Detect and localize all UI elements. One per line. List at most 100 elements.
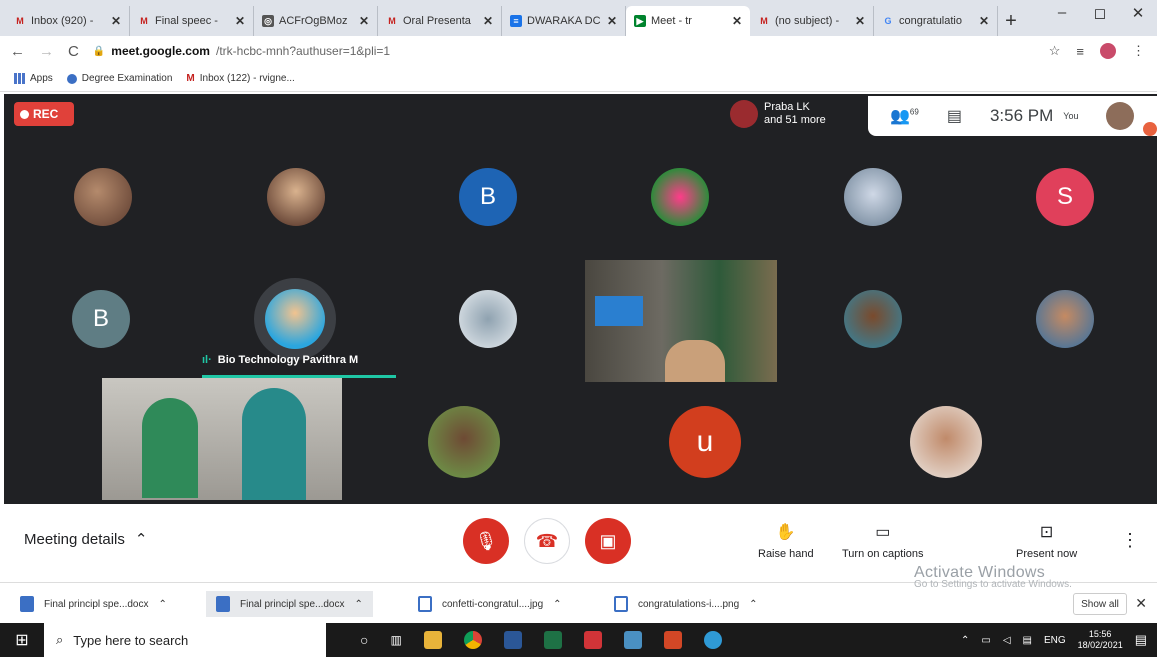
- reload-icon[interactable]: C: [68, 43, 79, 60]
- download-item[interactable]: confetti-congratul....jpg ⌃: [418, 591, 562, 617]
- participant-photo[interactable]: [459, 290, 517, 348]
- windows-start-icon[interactable]: ⊞: [0, 623, 44, 657]
- browser-tab[interactable]: Gcongratulatio ✕: [874, 6, 998, 36]
- profile-avatar[interactable]: [1100, 43, 1116, 59]
- powerpoint-icon[interactable]: [663, 631, 682, 649]
- app-icon[interactable]: [623, 631, 642, 649]
- gmail-icon: M: [140, 16, 148, 26]
- browser-tab[interactable]: M Inbox (920) - ✕: [6, 6, 130, 36]
- chat-icon[interactable]: ▤: [947, 106, 962, 126]
- minimize-icon[interactable]: –: [1043, 4, 1081, 22]
- hang-up-icon: ☎: [535, 530, 559, 551]
- reading-list-icon[interactable]: ≡: [1076, 44, 1084, 59]
- captions-button[interactable]: ▭ Turn on captions: [842, 522, 924, 560]
- browser-tab[interactable]: M Final speec - ✕: [130, 6, 254, 36]
- word-icon[interactable]: [503, 631, 522, 649]
- raise-hand-button[interactable]: ✋ Raise hand: [758, 522, 814, 560]
- participant-video[interactable]: [585, 260, 777, 382]
- chevron-up-icon[interactable]: ⌃: [553, 599, 561, 610]
- meeting-details-button[interactable]: Meeting details ⌃: [24, 530, 147, 549]
- browser-tab[interactable]: M (no subject) - ✕: [750, 6, 874, 36]
- clock[interactable]: 15:56 18/02/2021: [1078, 629, 1123, 651]
- browser-tab[interactable]: ▶ Meet - tr ✕: [626, 6, 750, 36]
- close-tab-icon[interactable]: ✕: [855, 14, 865, 28]
- close-tab-icon[interactable]: ✕: [607, 14, 617, 28]
- active-speaker-photo[interactable]: [254, 278, 336, 360]
- address-bar: ← → C 🔒 meet.google.com/trk-hcbc-mnh?aut…: [0, 36, 1157, 66]
- bookmark-inbox[interactable]: M Inbox (122) - rvigne...: [186, 73, 294, 84]
- search-placeholder: Type here to search: [73, 632, 189, 648]
- close-tab-icon[interactable]: ✕: [111, 14, 121, 28]
- pdf-reader-icon[interactable]: [583, 631, 602, 649]
- download-item[interactable]: congratulations-i....png ⌃: [614, 591, 758, 617]
- language-indicator[interactable]: ENG: [1044, 635, 1066, 646]
- close-tab-icon[interactable]: ✕: [979, 14, 989, 28]
- file-explorer-icon[interactable]: [423, 631, 442, 649]
- excel-icon[interactable]: [543, 631, 562, 649]
- window-controls: – ◻ ✕: [1043, 4, 1157, 22]
- participant-initial[interactable]: B: [72, 290, 130, 348]
- join-notification: Praba LK and 51 more: [730, 100, 826, 128]
- present-now-button[interactable]: ⊡ Present now: [1016, 522, 1077, 560]
- task-view-icon[interactable]: ▥: [390, 633, 401, 647]
- close-tab-icon[interactable]: ✕: [483, 14, 493, 28]
- cortana-icon[interactable]: ○: [360, 632, 368, 648]
- show-all-button[interactable]: Show all: [1073, 593, 1127, 615]
- avatar: [265, 289, 325, 349]
- download-item[interactable]: Final principl spe...docx ⌃: [206, 591, 373, 617]
- new-tab-button[interactable]: +: [998, 6, 1024, 36]
- self-avatar[interactable]: [1106, 102, 1135, 130]
- url-field[interactable]: 🔒 meet.google.com/trk-hcbc-mnh?authuser=…: [93, 44, 390, 58]
- word-doc-icon: [20, 596, 34, 612]
- back-icon[interactable]: ←: [10, 43, 25, 60]
- participant-initial[interactable]: B: [459, 168, 517, 226]
- participant-photo[interactable]: [844, 290, 902, 348]
- tray-chevron-icon[interactable]: ⌃: [961, 635, 969, 646]
- mic-off-button[interactable]: 🎙: [463, 518, 509, 564]
- camera-off-button[interactable]: ▣: [585, 518, 631, 564]
- browser-tab[interactable]: M Oral Presenta ✕: [378, 6, 502, 36]
- more-options-icon[interactable]: ⋮: [1121, 530, 1139, 551]
- participant-photo[interactable]: [267, 168, 325, 226]
- participant-video[interactable]: [102, 378, 342, 500]
- close-window-icon[interactable]: ✕: [1119, 4, 1157, 22]
- browser-tab[interactable]: ≡ DWARAKA DC ✕: [502, 6, 626, 36]
- bookmark-apps[interactable]: Apps: [14, 73, 53, 84]
- download-name: congratulations-i....png: [638, 598, 740, 610]
- close-tab-icon[interactable]: ✕: [359, 14, 369, 28]
- participant-initial[interactable]: u: [669, 406, 741, 478]
- tab-title: Meet - tr: [651, 15, 692, 27]
- people-icon[interactable]: 👥69: [890, 106, 919, 126]
- chevron-up-icon[interactable]: ⌃: [749, 599, 757, 610]
- volume-icon[interactable]: ◁: [1003, 635, 1011, 646]
- participant-photo[interactable]: [844, 168, 902, 226]
- close-tab-icon[interactable]: ✕: [235, 14, 245, 28]
- participant-photo[interactable]: [651, 168, 709, 226]
- participant-photo[interactable]: [428, 406, 500, 478]
- network-icon[interactable]: ▭: [981, 635, 990, 646]
- taskbar-search[interactable]: ⌕ Type here to search: [44, 623, 326, 657]
- chrome-icon[interactable]: [463, 631, 482, 649]
- camera-off-icon: ▣: [599, 530, 617, 551]
- close-downloads-icon[interactable]: ✕: [1135, 595, 1147, 612]
- download-item[interactable]: Final principl spe...docx ⌃: [20, 591, 167, 617]
- participant-initial[interactable]: S: [1036, 168, 1094, 226]
- menu-icon[interactable]: ⋮: [1132, 43, 1145, 59]
- participant-photo[interactable]: [1036, 290, 1094, 348]
- close-tab-icon[interactable]: ✕: [732, 14, 742, 28]
- browser-tab[interactable]: ◎ ACFrOgBMoz ✕: [254, 6, 378, 36]
- edge-icon[interactable]: [703, 631, 722, 649]
- maximize-icon[interactable]: ◻: [1081, 4, 1119, 22]
- participant-photo[interactable]: [910, 406, 982, 478]
- keyboard-icon[interactable]: ▤: [1023, 635, 1032, 646]
- participant-photo[interactable]: [74, 168, 132, 226]
- notifications-icon[interactable]: ▤: [1135, 632, 1147, 648]
- star-icon[interactable]: ☆: [1049, 43, 1061, 59]
- chevron-up-icon[interactable]: ⌃: [355, 599, 363, 610]
- forward-icon[interactable]: →: [39, 43, 54, 60]
- bookmark-degree-exam[interactable]: Degree Examination: [66, 73, 172, 84]
- apps-icon: [14, 73, 25, 84]
- audio-level-icon: ıl·: [202, 354, 212, 366]
- leave-call-button[interactable]: ☎: [524, 518, 570, 564]
- chevron-up-icon[interactable]: ⌃: [159, 599, 167, 610]
